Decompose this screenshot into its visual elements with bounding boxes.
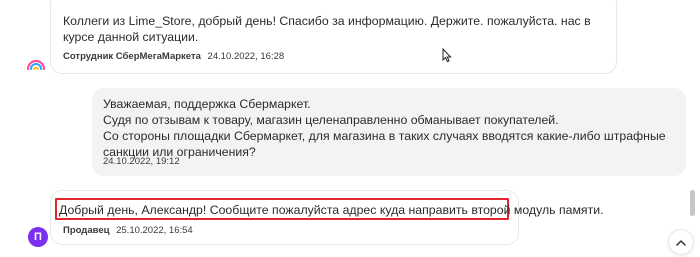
chevron-up-icon bbox=[676, 239, 686, 246]
message-text: Коллеги из Lime_Store, добрый день! Спас… bbox=[63, 14, 591, 44]
message-customer: Уважаемая, поддержка Сбермаркет. Судя по… bbox=[92, 88, 686, 176]
message-staff: Коллеги из Lime_Store, добрый день! Спас… bbox=[50, 0, 617, 74]
message-timestamp: 25.10.2022, 16:54 bbox=[116, 225, 193, 236]
message-meta: Продавец 25.10.2022, 16:54 bbox=[63, 225, 193, 236]
scrollbar[interactable] bbox=[688, 0, 698, 257]
message-meta: 24.10.2022, 19:12 bbox=[103, 156, 180, 167]
seller-avatar: П bbox=[28, 227, 48, 247]
mouse-cursor-icon bbox=[442, 48, 452, 63]
message-meta: Сотрудник СберМегаМаркета 24.10.2022, 16… bbox=[63, 51, 284, 62]
message-text: Добрый день, Александр! Сообщите пожалуй… bbox=[59, 203, 604, 217]
sbermegamarket-logo-icon bbox=[26, 59, 46, 71]
scrollbar-thumb[interactable] bbox=[690, 190, 695, 216]
message-timestamp: 24.10.2022, 16:28 bbox=[207, 51, 285, 62]
message-text: Уважаемая, поддержка Сбермаркет. Судя по… bbox=[103, 97, 666, 159]
message-timestamp: 24.10.2022, 19:12 bbox=[103, 156, 180, 167]
message-author: Сотрудник СберМегаМаркета bbox=[63, 51, 201, 62]
message-author: Продавец bbox=[63, 225, 110, 236]
message-seller: Добрый день, Александр! Сообщите пожалуй… bbox=[50, 190, 604, 245]
chat-thread: Коллеги из Lime_Store, добрый день! Спас… bbox=[0, 0, 694, 257]
